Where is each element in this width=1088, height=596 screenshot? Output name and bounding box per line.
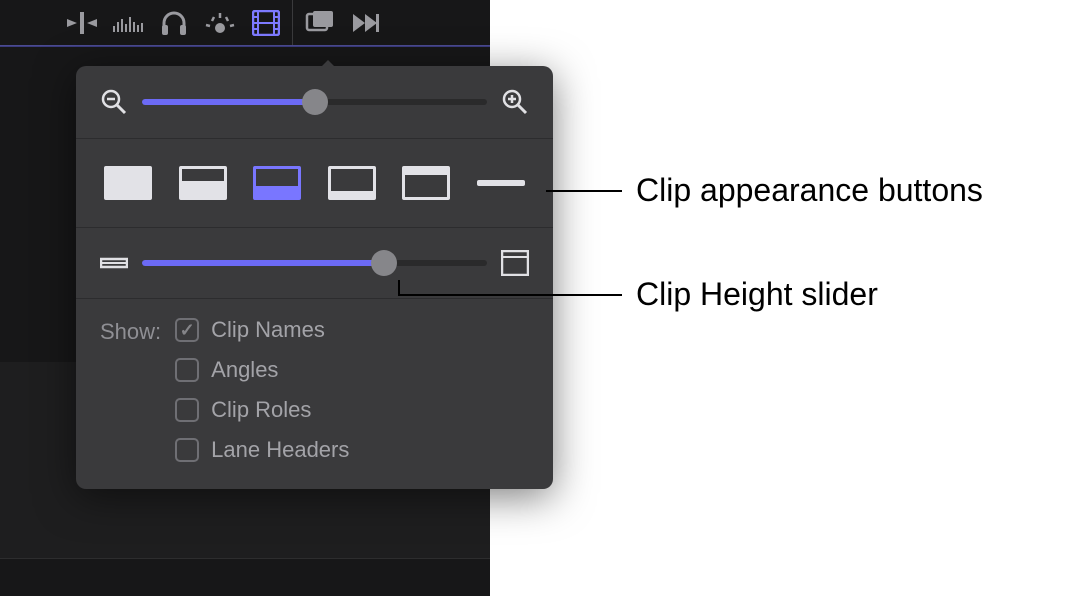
clip-height-slider-thumb[interactable] (371, 250, 397, 276)
clip-height-max-icon (501, 250, 529, 276)
headphones-icon[interactable] (152, 0, 196, 45)
callout-leader-vert (398, 280, 400, 296)
clip-height-slider[interactable] (142, 260, 487, 266)
checkbox-label: Clip Roles (211, 397, 311, 423)
clip-appearance-top-bar[interactable] (398, 163, 454, 203)
zoom-slider-thumb[interactable] (302, 89, 328, 115)
app-background: Show: Clip Names Angles Clip Roles Lane … (0, 0, 490, 596)
snapping-icon[interactable] (60, 0, 104, 45)
callout-appearance-label: Clip appearance buttons (636, 172, 983, 209)
clip-appearance-full[interactable] (100, 163, 156, 203)
clip-appearance-line[interactable] (473, 163, 529, 203)
zoom-slider[interactable] (142, 99, 487, 105)
zoom-in-button[interactable] (501, 88, 529, 116)
toolbar (60, 0, 387, 45)
checkbox-icon (175, 318, 199, 342)
clip-height-min-icon (100, 255, 128, 271)
checkbox-label: Clip Names (211, 317, 325, 343)
skimming-icon[interactable] (106, 0, 150, 45)
checkbox-icon (175, 398, 199, 422)
clip-height-row (76, 228, 553, 299)
callout-height-label: Clip Height slider (636, 276, 878, 313)
checkbox-icon (175, 438, 199, 462)
clip-appearance-thick-bottom[interactable] (175, 163, 231, 203)
multicam-icon[interactable] (297, 0, 341, 45)
effects-icon[interactable] (198, 0, 242, 45)
show-angles-checkbox[interactable]: Angles (175, 357, 349, 383)
filmstrip-icon[interactable] (244, 0, 288, 45)
callout-leader (400, 294, 622, 296)
loop-icon[interactable] (343, 0, 387, 45)
clip-appearance-row (76, 139, 553, 228)
show-clip-names-checkbox[interactable]: Clip Names (175, 317, 349, 343)
show-options-row: Show: Clip Names Angles Clip Roles Lane … (76, 299, 553, 489)
checkbox-icon (175, 358, 199, 382)
show-lane-headers-checkbox[interactable]: Lane Headers (175, 437, 349, 463)
clip-appearance-popover: Show: Clip Names Angles Clip Roles Lane … (76, 66, 553, 489)
show-label: Show: (100, 317, 161, 345)
toolbar-divider (292, 0, 293, 45)
checkbox-label: Lane Headers (211, 437, 349, 463)
zoom-row (76, 66, 553, 139)
clip-appearance-thin-bottom[interactable] (324, 163, 380, 203)
checkbox-label: Angles (211, 357, 278, 383)
timeline-divider (0, 558, 490, 559)
callout-leader (546, 190, 622, 192)
show-clip-roles-checkbox[interactable]: Clip Roles (175, 397, 349, 423)
clip-appearance-medium-bottom[interactable] (249, 163, 305, 203)
zoom-out-button[interactable] (100, 88, 128, 116)
